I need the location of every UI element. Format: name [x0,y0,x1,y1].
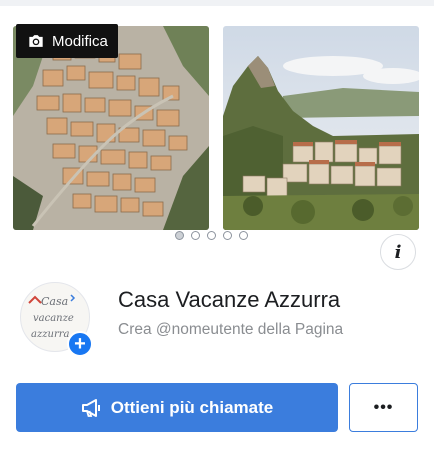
edit-cover-button[interactable]: Modifica [16,24,118,58]
carousel-dot[interactable] [175,231,184,240]
avatar-text-line-3: azzurra [31,329,70,340]
info-button[interactable]: i [380,234,416,270]
more-options-button[interactable]: ••• [349,383,418,432]
carousel-dot[interactable] [223,231,232,240]
add-profile-photo-button[interactable]: + [67,331,93,357]
avatar-text-line-2: vacanze [33,313,74,324]
get-more-calls-button[interactable]: Ottieni più chiamate [16,383,338,432]
carousel-pagination [175,231,248,240]
carousel-dot[interactable] [191,231,200,240]
create-username-link[interactable]: Crea @nomeutente della Pagina [118,321,343,339]
get-more-calls-label: Ottieni più chiamate [110,397,274,417]
cover-photo-hilltop-town[interactable] [223,26,419,230]
avatar-text-line-1: Casa [41,295,68,308]
carousel-dot[interactable] [207,231,216,240]
megaphone-icon [81,398,100,417]
camera-icon [29,35,43,47]
edit-cover-label: Modifica [52,32,108,50]
top-divider [0,0,434,6]
more-dots-icon: ••• [373,398,394,416]
carousel-dot[interactable] [239,231,248,240]
info-icon: i [394,241,402,263]
plus-icon: + [74,333,86,355]
page-title: Casa Vacanze Azzurra [118,287,341,312]
